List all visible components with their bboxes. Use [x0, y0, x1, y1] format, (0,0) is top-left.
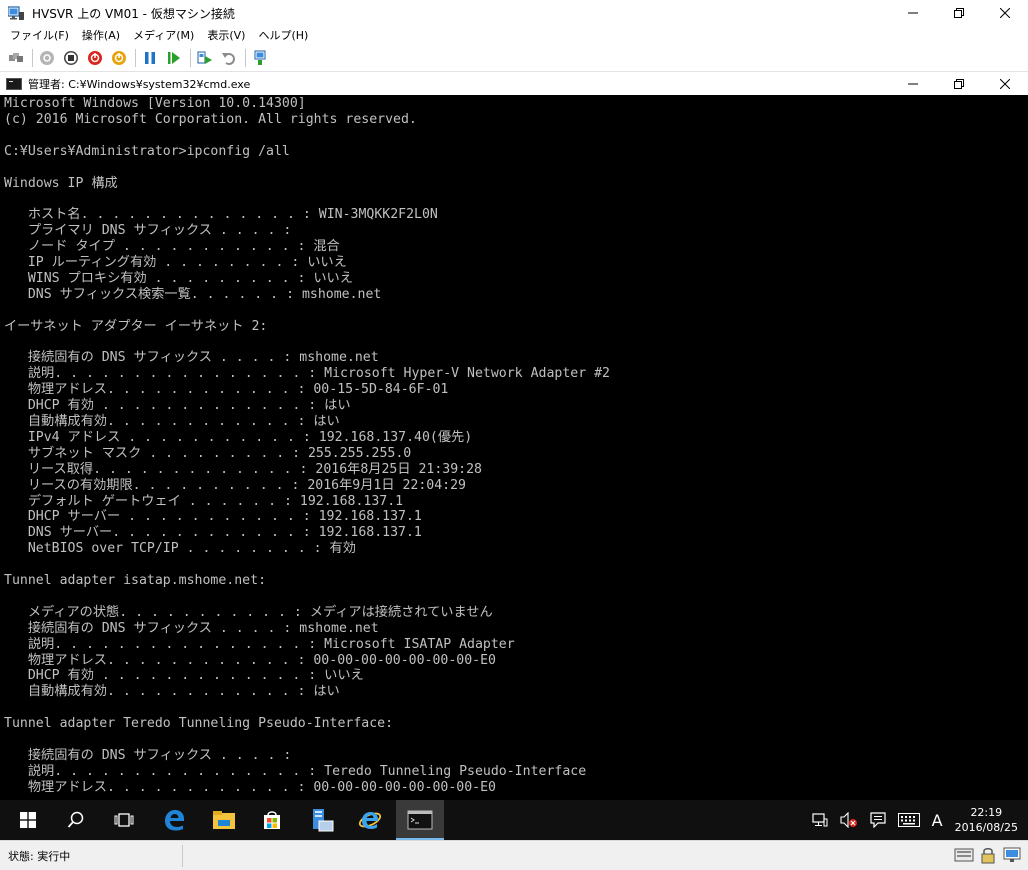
menu-help[interactable]: ヘルプ(H): [258, 27, 308, 43]
vm-status-text: 状態: 実行中: [8, 849, 71, 863]
clock[interactable]: 22:19 2016/08/25: [955, 805, 1018, 835]
toolbar-separator: [190, 48, 191, 67]
checkpoint-icon[interactable]: [197, 50, 213, 66]
cmd-restore-button[interactable]: [936, 72, 982, 95]
network-icon[interactable]: [812, 812, 828, 828]
volume-muted-icon[interactable]: [840, 812, 858, 828]
console-line: DNS サフィックス検索一覧. . . . . . : mshome.net: [4, 286, 382, 302]
console-line: 説明. . . . . . . . . . . . . . . . : Micr…: [4, 636, 515, 652]
toolbar-separator: [32, 48, 33, 67]
shutdown-icon[interactable]: [87, 50, 103, 66]
console-line: イーサネット アダプター イーサネット 2:: [4, 318, 268, 334]
start-icon[interactable]: [4, 800, 52, 840]
toolbar-separator: [135, 48, 136, 67]
console-line: 自動構成有効. . . . . . . . . . . . : はい: [4, 414, 340, 429]
console-line: 自動構成有効. . . . . . . . . . . . : はい: [4, 684, 340, 700]
console-line: Tunnel adapter Teredo Tunneling Pseudo-I…: [4, 716, 394, 732]
console-line: 物理アドレス. . . . . . . . . . . . : 00-15-5D…: [4, 382, 449, 398]
lock-icon: [978, 845, 998, 865]
console-output[interactable]: Microsoft Windows [Version 10.0.14300] (c…: [0, 95, 1028, 800]
ctrl-alt-del-icon[interactable]: [8, 50, 24, 66]
status-bar: 状態: 実行中: [0, 840, 1028, 870]
cmd-close-button[interactable]: [982, 72, 1028, 95]
cmd-minimize-button[interactable]: [890, 72, 936, 95]
menu-bar: ファイル(F) 操作(A) メディア(M) 表示(V) ヘルプ(H): [0, 26, 1028, 44]
console-line: 接続固有の DNS サフィックス . . . . : mshome.net: [4, 350, 379, 366]
toolbar-separator: [245, 48, 246, 67]
console-line: デフォルト ゲートウェイ . . . . . . : 192.168.137.1: [4, 493, 404, 509]
revert-icon[interactable]: [221, 50, 237, 66]
console-line: 接続固有の DNS サフィックス . . . . : mshome.net: [4, 620, 379, 636]
console-line: IP ルーティング有効 . . . . . . . . : いいえ: [4, 255, 347, 270]
console-line: IPv4 アドレス . . . . . . . . . . . : 192.16…: [4, 429, 473, 445]
close-button[interactable]: [982, 0, 1028, 26]
console-line: 物理アドレス. . . . . . . . . . . . : 00-00-00…: [4, 652, 496, 668]
power-icon[interactable]: [111, 50, 127, 66]
status-divider: [182, 844, 183, 867]
restore-button[interactable]: [936, 0, 982, 26]
console-line: Microsoft Windows [Version 10.0.14300]: [4, 96, 306, 111]
system-tray: A 22:19 2016/08/25: [812, 800, 1028, 840]
minimize-button[interactable]: [890, 0, 936, 26]
console-line: DNS サーバー. . . . . . . . . . . . : 192.16…: [4, 525, 422, 541]
vm-window-titlebar: HVSVR 上の VM01 - 仮想マシン接続: [0, 0, 1028, 26]
console-line: DHCP 有効 . . . . . . . . . . . . . : はい: [4, 398, 351, 414]
ime-indicator[interactable]: A: [932, 811, 943, 830]
console-line: ノード タイプ . . . . . . . . . . . : 混合: [4, 239, 340, 255]
server-manager-icon[interactable]: [298, 800, 346, 840]
turn-off-icon[interactable]: [63, 50, 79, 66]
console-line: リース取得. . . . . . . . . . . . . : 2016年8月…: [4, 461, 482, 477]
console-line: プライマリ DNS サフィックス . . . . :: [4, 223, 292, 239]
taskbar: A 22:19 2016/08/25: [0, 800, 1028, 840]
enhanced-session-status-icon: [1002, 845, 1022, 865]
console-line: C:¥Users¥Administrator>ipconfig /all: [4, 143, 290, 159]
menu-file[interactable]: ファイル(F): [10, 27, 69, 43]
cmd-window-title: 管理者: C:¥Windows¥system32¥cmd.exe: [28, 77, 251, 91]
console-line: DHCP 有効 . . . . . . . . . . . . . : いいえ: [4, 668, 364, 684]
store-icon[interactable]: [248, 800, 296, 840]
vm-toolbar: [0, 44, 1028, 72]
console-line: Tunnel adapter isatap.mshome.net:: [4, 573, 267, 588]
search-icon[interactable]: [52, 800, 100, 840]
keyboard-icon[interactable]: [897, 813, 920, 827]
console-line: メディアの状態. . . . . . . . . . . : メディアは接続され…: [4, 604, 493, 620]
resume-icon[interactable]: [166, 50, 182, 66]
menu-action[interactable]: 操作(A): [82, 27, 120, 43]
console-line: ホスト名. . . . . . . . . . . . . . : WIN-3M…: [4, 207, 438, 223]
pause-icon[interactable]: [142, 50, 158, 66]
cmd-icon: [6, 77, 22, 90]
vm-window-title: HVSVR 上の VM01 - 仮想マシン接続: [32, 6, 235, 21]
cmd-window-titlebar: 管理者: C:¥Windows¥system32¥cmd.exe: [0, 72, 1028, 95]
console-line: NetBIOS over TCP/IP . . . . . . . . : 有効: [4, 541, 356, 557]
console-line: 物理アドレス. . . . . . . . . . . . : 00-00-00…: [4, 779, 496, 795]
console-line: WINS プロキシ有効 . . . . . . . . . : いいえ: [4, 270, 353, 286]
console-line: サブネット マスク . . . . . . . . . : 255.255.25…: [4, 445, 412, 461]
action-center-icon[interactable]: [870, 812, 886, 828]
internet-explorer-icon[interactable]: [346, 800, 394, 840]
start-vm-icon[interactable]: [39, 50, 55, 66]
console-line: (c) 2016 Microsoft Corporation. All righ…: [4, 111, 417, 127]
enhanced-session-icon[interactable]: [252, 50, 268, 66]
clock-time: 22:19: [970, 806, 1003, 819]
console-line: 説明. . . . . . . . . . . . . . . . : Micr…: [4, 366, 610, 382]
clock-date: 2016/08/25: [954, 821, 1018, 834]
console-line: DHCP サーバー . . . . . . . . . . . : 192.16…: [4, 509, 422, 525]
console-line: リースの有効期限. . . . . . . . . . : 2016年9月1日 …: [4, 477, 466, 493]
file-explorer-icon[interactable]: [200, 800, 248, 840]
menu-media[interactable]: メディア(M): [133, 27, 194, 43]
command-prompt-icon[interactable]: [396, 800, 444, 840]
console-line: 説明. . . . . . . . . . . . . . . . : Tere…: [4, 763, 587, 779]
edge-icon[interactable]: [150, 800, 198, 840]
task-view-icon[interactable]: [100, 800, 148, 840]
console-line: 接続固有の DNS サフィックス . . . . :: [4, 747, 292, 763]
console-line: Windows IP 構成: [4, 175, 118, 191]
vm-connect-icon: [7, 5, 24, 21]
menu-view[interactable]: 表示(V): [207, 27, 245, 43]
keyboard-capture-icon: [954, 845, 974, 865]
